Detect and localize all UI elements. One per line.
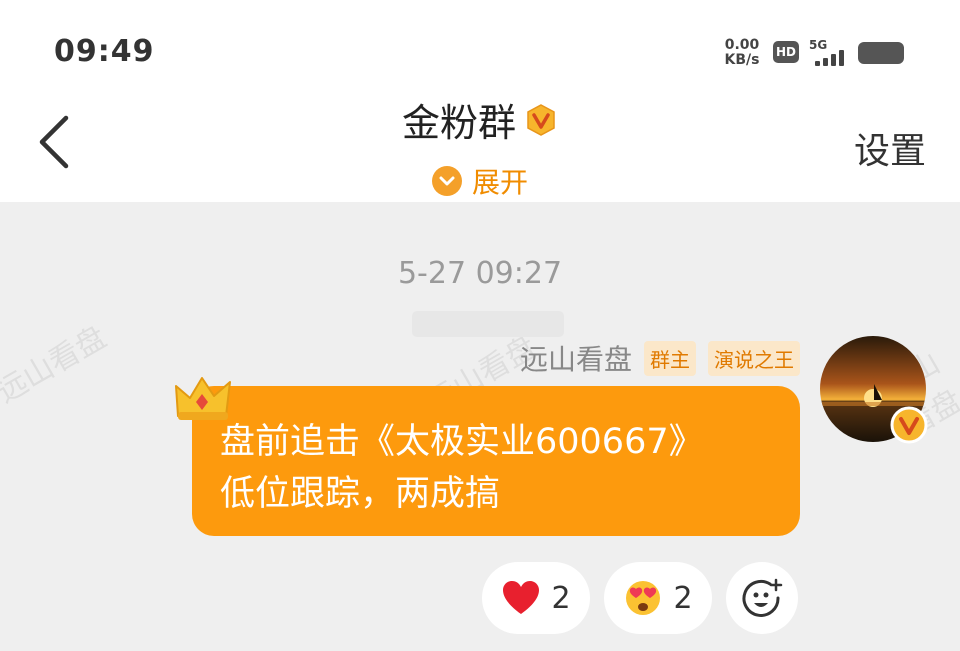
message-bubble[interactable]: 盘前追击《太极实业600667》 低位跟踪，两成搞 — [192, 386, 800, 536]
heart-icon — [503, 581, 540, 614]
group-title-text: 金粉群 — [401, 101, 516, 145]
verified-badge-icon — [527, 103, 555, 136]
crown-icon — [175, 377, 231, 420]
title-tag: 演说之王 — [708, 340, 800, 376]
hd-icon: HD — [773, 41, 799, 63]
group-title: 金粉群 — [0, 92, 960, 147]
add-reaction-button[interactable] — [726, 562, 798, 634]
expand-label: 展开 — [471, 166, 528, 199]
chevron-down-icon — [431, 166, 462, 196]
reaction-count: 2 — [551, 580, 571, 616]
network-speed-value: 0.00 — [724, 37, 760, 53]
status-time: 09:49 — [54, 34, 155, 69]
reaction-heart-eyes-button[interactable]: 2 — [604, 562, 712, 634]
network-speed-unit: KB/s — [724, 52, 760, 68]
message-text-line2: 低位跟踪，两成搞 — [220, 474, 501, 514]
sender-name: 远山看盘 — [519, 343, 632, 376]
watermark: 远山看盘 — [0, 319, 113, 411]
message-text-line1: 盘前追击《太极实业600667》 — [220, 422, 704, 462]
signal-bars-icon — [815, 50, 851, 66]
add-reaction-icon — [742, 578, 783, 617]
reaction-count: 2 — [673, 580, 693, 616]
owner-tag: 群主 — [644, 340, 696, 376]
sender-row: 远山看盘 群主 演说之王 — [520, 338, 800, 378]
settings-button[interactable]: 设置 — [854, 122, 926, 174]
reaction-heart-button[interactable]: 2 — [482, 562, 590, 634]
network-speed: 0.00 KB/s — [718, 38, 766, 68]
avatar[interactable] — [820, 336, 928, 444]
expand-button[interactable]: 展开 — [0, 160, 960, 201]
verified-badge-icon — [890, 406, 928, 444]
battery-icon — [858, 42, 904, 64]
blurred-content — [412, 311, 564, 337]
heart-eyes-emoji-icon — [626, 581, 661, 615]
message-timestamp: 5-27 09:27 — [397, 256, 563, 291]
